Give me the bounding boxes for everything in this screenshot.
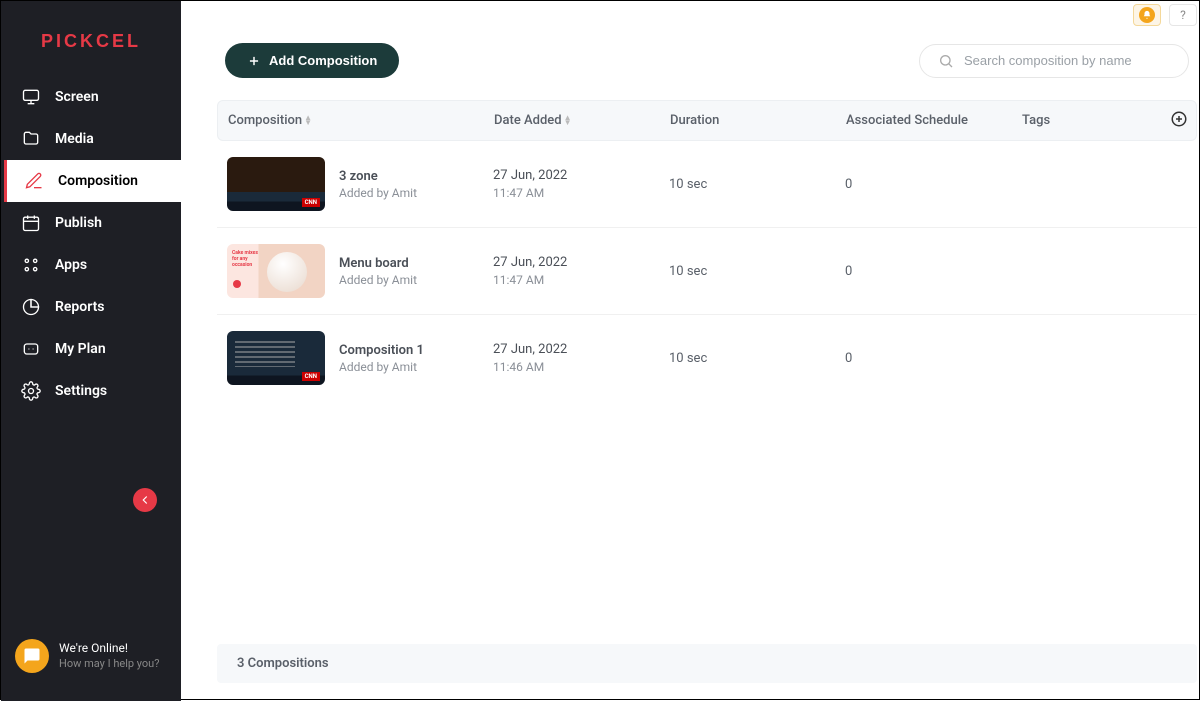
chat-status: We're Online! [59, 641, 159, 657]
sidebar-item-reports[interactable]: Reports [1, 286, 181, 328]
sidebar-item-settings[interactable]: Settings [1, 370, 181, 412]
row-schedule: 0 [845, 177, 1021, 192]
chat-help-text: How may I help you? [59, 657, 159, 671]
table-row[interactable]: Cake mixes for any occasion Menu board A… [217, 228, 1197, 315]
row-date: 27 Jun, 2022 [493, 342, 669, 357]
table-row[interactable]: Composition 1 Added by Amit 27 Jun, 2022… [217, 315, 1197, 401]
add-column-button[interactable] [1170, 110, 1188, 132]
sidebar-item-label: Screen [55, 89, 99, 105]
plus-circle-icon [1170, 110, 1188, 128]
row-duration: 10 sec [669, 264, 845, 279]
sidebar-item-composition[interactable]: Composition [4, 160, 181, 202]
table-footer-count: 3 Compositions [217, 644, 1197, 683]
sidebar-item-label: Publish [55, 215, 102, 231]
col-composition[interactable]: Composition▲▼ [228, 113, 494, 128]
collapse-sidebar-button[interactable] [133, 488, 157, 512]
sidebar-item-label: My Plan [55, 341, 106, 357]
row-title: Composition 1 [339, 343, 424, 358]
gear-icon [21, 381, 41, 401]
sidebar-item-label: Apps [55, 257, 87, 273]
search-icon [938, 53, 954, 69]
action-row: Add Composition [181, 23, 1199, 88]
sidebar-item-myplan[interactable]: My Plan [1, 328, 181, 370]
row-schedule: 0 [845, 351, 1021, 366]
sidebar-item-label: Settings [55, 383, 107, 399]
badge-icon [21, 339, 41, 359]
edit-icon [24, 171, 44, 191]
folder-icon [21, 129, 41, 149]
sidebar-item-media[interactable]: Media [1, 118, 181, 160]
row-date: 27 Jun, 2022 [493, 168, 669, 183]
composition-thumbnail [227, 157, 325, 211]
row-duration: 10 sec [669, 351, 845, 366]
monitor-icon [21, 87, 41, 107]
row-title: 3 zone [339, 169, 417, 184]
sidebar-item-screen[interactable]: Screen [1, 76, 181, 118]
sort-icon: ▲▼ [304, 116, 312, 126]
row-title: Menu board [339, 256, 417, 271]
add-button-label: Add Composition [269, 53, 377, 68]
sidebar: PICKCEL Screen Media Composition Publish… [1, 1, 181, 701]
sidebar-item-publish[interactable]: Publish [1, 202, 181, 244]
search-box[interactable] [919, 44, 1189, 78]
row-added-by: Added by Amit [339, 273, 417, 287]
row-time: 11:47 AM [493, 186, 669, 200]
row-time: 11:46 AM [493, 360, 669, 374]
add-composition-button[interactable]: Add Composition [225, 43, 399, 78]
chat-icon [15, 639, 49, 673]
table-row[interactable]: 3 zone Added by Amit 27 Jun, 2022 11:47 … [217, 141, 1197, 228]
row-added-by: Added by Amit [339, 186, 417, 200]
main-content: ? Add Composition Composition▲▼ Date Add… [181, 1, 1199, 699]
col-duration: Duration [670, 113, 846, 128]
row-time: 11:47 AM [493, 273, 669, 287]
row-date: 27 Jun, 2022 [493, 255, 669, 270]
composition-thumbnail [227, 331, 325, 385]
sidebar-item-apps[interactable]: Apps [1, 244, 181, 286]
col-date-added[interactable]: Date Added▲▼ [494, 113, 670, 128]
calendar-icon [21, 213, 41, 233]
chat-widget[interactable]: We're Online! How may I help you? [15, 639, 159, 673]
grid-icon [21, 255, 41, 275]
topbar: ? [181, 1, 1199, 23]
table-body: 3 zone Added by Amit 27 Jun, 2022 11:47 … [217, 141, 1197, 401]
row-added-by: Added by Amit [339, 360, 424, 374]
sort-icon: ▲▼ [564, 116, 572, 126]
plus-icon [247, 54, 261, 68]
row-duration: 10 sec [669, 177, 845, 192]
composition-thumbnail: Cake mixes for any occasion [227, 244, 325, 298]
col-tags: Tags [1022, 113, 1186, 128]
sidebar-item-label: Reports [55, 299, 105, 315]
bell-icon [1139, 7, 1155, 23]
table-header: Composition▲▼ Date Added▲▼ Duration Asso… [217, 100, 1197, 141]
arrow-left-icon [138, 493, 152, 507]
col-schedule: Associated Schedule [846, 113, 1022, 128]
row-schedule: 0 [845, 264, 1021, 279]
sidebar-item-label: Composition [58, 173, 138, 189]
sidebar-item-label: Media [55, 131, 94, 147]
pie-icon [21, 297, 41, 317]
brand-logo: PICKCEL [1, 1, 181, 76]
search-input[interactable] [964, 53, 1170, 68]
